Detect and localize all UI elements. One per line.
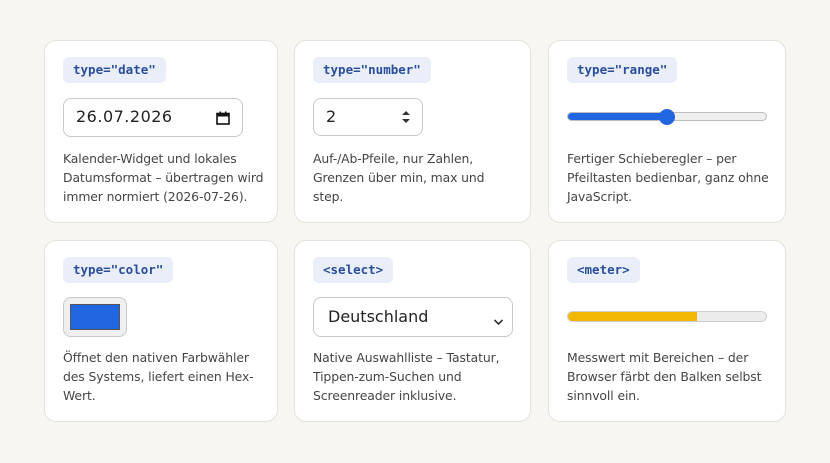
number-value: 2 — [326, 107, 337, 126]
number-input-card: type="number" 2 Auf-/Ab-Pfeile, nur Zahl… — [294, 40, 531, 223]
select-description: Native Auswahlliste – Tastatur, Tippen-z… — [313, 350, 500, 403]
type-color-tag: type="color" — [63, 257, 174, 283]
meter-card: <meter> Messwert mit Bereichen – der Bro… — [548, 240, 786, 422]
color-swatch — [70, 304, 120, 330]
meter-track — [567, 311, 767, 322]
color-description: Öffnet den nativen Farbwähler des System… — [63, 350, 254, 403]
type-range-tag: type="range" — [567, 57, 678, 83]
country-select[interactable]: Deutschland — [313, 297, 513, 337]
meter-tag: <meter> — [567, 257, 640, 283]
range-input-card: type="range" Fertiger Schieberegler – pe… — [548, 40, 786, 223]
date-value: 26.07.2026 — [76, 107, 173, 126]
calendar-icon[interactable] — [216, 110, 230, 125]
meter-description: Messwert mit Bereichen – der Browser fär… — [567, 350, 762, 403]
select-card: <select> Deutschland Native Auswahlliste… — [294, 240, 531, 422]
meter-fill — [568, 312, 697, 321]
select-tag: <select> — [313, 257, 394, 283]
range-slider-fill — [568, 113, 667, 120]
range-description: Fertiger Schieberegler – per Pfeiltasten… — [567, 151, 769, 204]
date-description: Kalender-Widget und lokales Datumsformat… — [63, 151, 264, 204]
number-input[interactable]: 2 — [313, 98, 423, 136]
chevron-down-icon[interactable] — [493, 312, 504, 326]
date-input-card: type="date" 26.07.2026 Kalender-Widget u… — [44, 40, 278, 223]
select-value: Deutschland — [328, 307, 429, 326]
color-input-card: type="color" Öffnet den nativen Farbwähl… — [44, 240, 278, 422]
color-input[interactable] — [63, 297, 127, 337]
type-date-tag: type="date" — [63, 57, 166, 83]
range-slider-thumb[interactable] — [659, 109, 675, 125]
number-description: Auf-/Ab-Pfeile, nur Zahlen, Grenzen über… — [313, 151, 485, 204]
type-number-tag: type="number" — [313, 57, 431, 83]
spinner-arrows-icon[interactable] — [400, 109, 412, 125]
date-input[interactable]: 26.07.2026 — [63, 98, 243, 137]
